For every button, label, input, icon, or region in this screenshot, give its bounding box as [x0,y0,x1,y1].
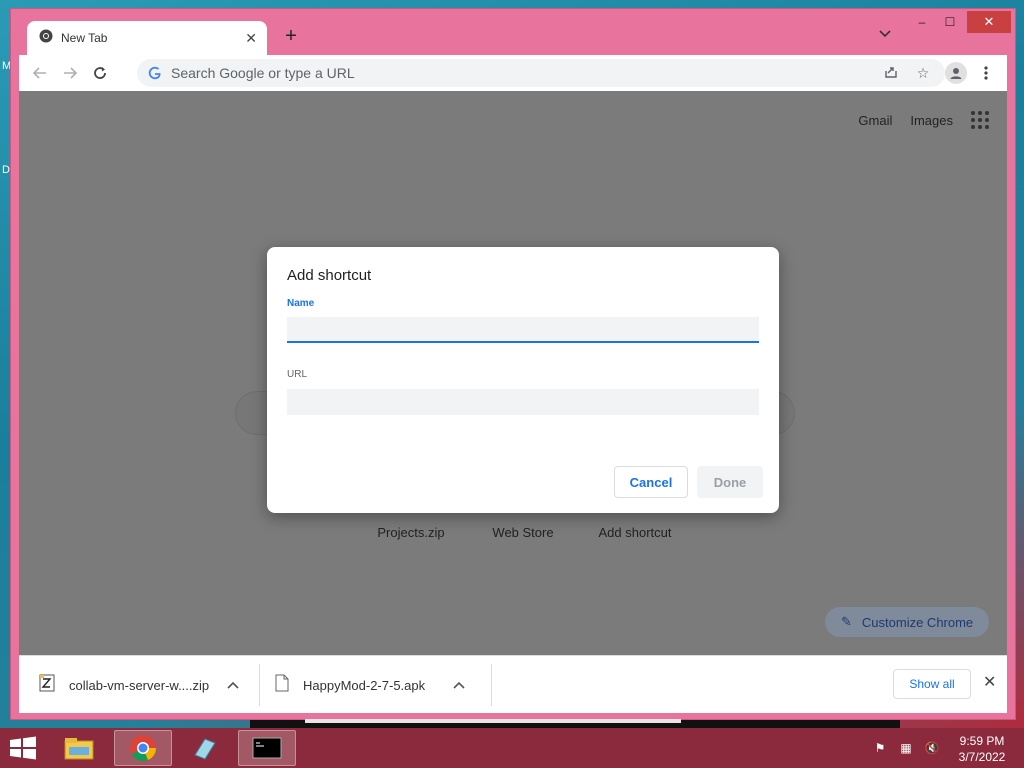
close-icon[interactable]: ✕ [245,30,257,47]
close-icon[interactable]: ✕ [983,672,996,692]
url-field[interactable] [287,389,759,415]
shortcut-add[interactable]: Add shortcut [579,525,691,540]
clock-time: 9:59 PM [959,734,1005,748]
top-links: Gmail Images [858,111,989,129]
show-all-button[interactable]: Show all [893,669,971,699]
flag-icon[interactable]: ⚑ [872,740,888,756]
omnibox[interactable]: Search Google or type a URL ☆ [137,59,945,87]
chrome-favicon-icon [39,29,53,48]
clock-date: 3/7/2022 [958,750,1006,764]
system-tray: ⚑ ▦ 🔇 [872,740,940,756]
images-link[interactable]: Images [910,113,953,128]
customize-chrome-button[interactable]: ✎ Customize Chrome [825,607,989,637]
shortcuts-row: Projects.zip Web Store Add shortcut [355,525,691,540]
omnibox-placeholder: Search Google or type a URL [171,65,355,81]
network-icon[interactable]: ▦ [898,740,914,756]
chrome-icon[interactable] [114,730,172,766]
shortcut-projects[interactable]: Projects.zip [355,525,467,540]
notepad-icon[interactable] [176,730,234,766]
download-filename: collab-vm-server-w....zip [69,677,210,693]
google-g-icon [147,65,163,81]
customize-label: Customize Chrome [861,614,974,630]
download-item[interactable]: HappyMod-2-7-5.apk [275,666,465,704]
chevron-up-icon[interactable] [453,678,465,692]
file-explorer-icon[interactable] [50,730,108,766]
back-arrow-icon[interactable] [25,58,55,88]
dialog-title: Add shortcut [287,267,372,284]
tab-title: New Tab [61,31,108,45]
zip-file-icon [39,674,55,697]
title-bar: New Tab ✕ + – ☐ ✕ [11,9,1015,55]
close-window-button[interactable]: ✕ [967,11,1011,33]
taskbar: ⚑ ▦ 🔇 9:59 PM 3/7/2022 [0,728,1024,768]
downloads-bar: collab-vm-server-w....zip HappyMod-2-7-5… [19,655,1007,713]
volume-muted-icon[interactable]: 🔇 [924,740,940,756]
forward-arrow-icon[interactable] [55,58,85,88]
background-window-strip [305,719,681,723]
desktop-icon-label[interactable]: D [2,164,10,176]
minimize-button[interactable]: – [909,11,935,33]
shortcut-web-store[interactable]: Web Store [467,525,579,540]
done-button[interactable]: Done [697,466,763,498]
star-icon[interactable]: ☆ [911,65,935,82]
add-shortcut-dialog: Add shortcut Name URL Cancel Done [267,247,779,513]
new-tab-page: Gmail Images Projects.zip Web Store Add … [19,91,1007,655]
cmd-icon[interactable] [238,730,296,766]
new-tab-button[interactable]: + [279,25,303,49]
maximize-button[interactable]: ☐ [937,11,963,33]
file-icon [275,674,289,697]
browser-window: New Tab ✕ + – ☐ ✕ Search Google or type … [10,8,1016,720]
cancel-button[interactable]: Cancel [614,466,688,498]
download-filename: HappyMod-2-7-5.apk [303,677,426,693]
tab-new-tab[interactable]: New Tab ✕ [27,21,267,55]
profile-avatar-icon[interactable] [945,62,967,84]
reload-icon[interactable] [85,58,115,88]
toolbar: Search Google or type a URL ☆ [19,55,1007,91]
toolbar-right [941,58,1001,88]
kebab-menu-icon[interactable] [971,58,1001,88]
download-item[interactable]: collab-vm-server-w....zip [39,666,239,704]
apps-grid-icon[interactable] [971,111,989,129]
chevron-up-icon[interactable] [227,678,239,692]
divider [259,664,260,706]
share-icon[interactable] [879,65,903,82]
windows-start-icon[interactable] [8,736,38,760]
name-field[interactable] [287,317,759,343]
chevron-down-icon[interactable] [879,29,891,41]
gmail-link[interactable]: Gmail [858,113,892,128]
name-label: Name [287,298,315,309]
pencil-icon: ✎ [841,614,852,629]
clock[interactable]: 9:59 PM 3/7/2022 [950,733,1014,765]
divider [491,664,492,706]
url-label: URL [287,369,308,380]
